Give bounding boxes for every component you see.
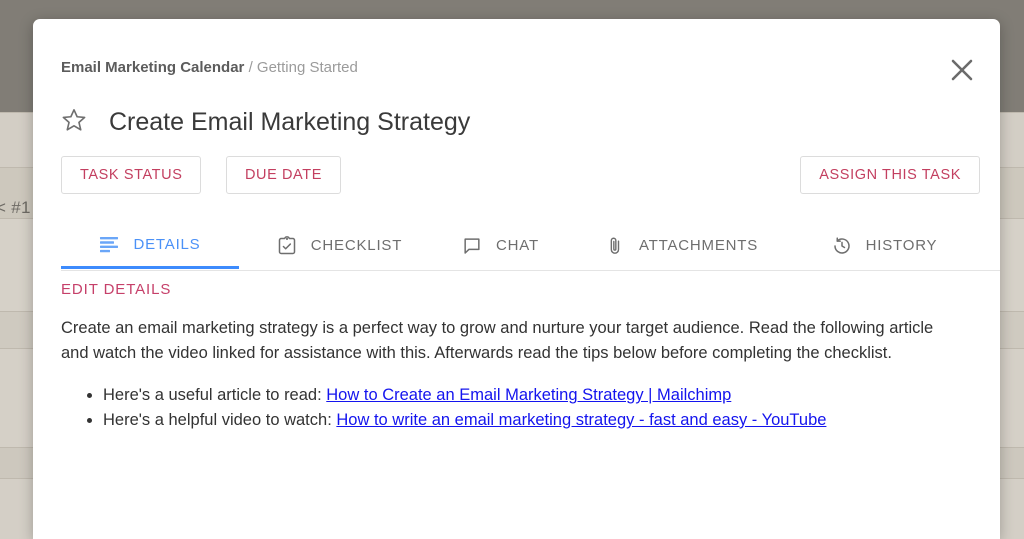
subject-lines-icon: [99, 234, 119, 254]
clipboard-check-icon: [277, 235, 297, 256]
task-title-row: Create Email Marketing Strategy: [61, 107, 470, 138]
breadcrumb-separator: /: [244, 59, 257, 76]
details-resource-list: Here's a useful article to read: How to …: [61, 384, 970, 432]
history-clock-icon: [832, 236, 852, 256]
breadcrumb: Email Marketing Calendar / Getting Start…: [61, 59, 358, 76]
details-paragraph: Create an email marketing strategy is a …: [61, 319, 934, 363]
tab-chat[interactable]: CHAT: [438, 222, 563, 269]
page-title: Create Email Marketing Strategy: [109, 108, 471, 136]
chat-bubble-icon: [462, 236, 482, 256]
tab-checklist[interactable]: CHECKLIST: [257, 222, 422, 269]
list-item-prefix: Here's a useful article to read:: [103, 386, 327, 405]
tab-details-label: DETAILS: [133, 235, 201, 253]
task-detail-modal: Email Marketing Calendar / Getting Start…: [33, 19, 1000, 539]
task-action-row: TASK STATUS DUE DATE ASSIGN THIS TASK: [61, 156, 980, 196]
background-card-label: < #1: [0, 198, 31, 217]
tab-attachments[interactable]: ATTACHMENTS: [579, 222, 784, 269]
close-icon: [949, 57, 975, 83]
due-date-button[interactable]: DUE DATE: [225, 156, 341, 194]
close-button[interactable]: [944, 52, 980, 88]
breadcrumb-current: Getting Started: [256, 59, 358, 76]
tab-details[interactable]: DETAILS: [61, 222, 239, 269]
details-panel: EDIT DETAILS Create an email marketing s…: [61, 281, 970, 433]
video-link[interactable]: How to write an email marketing strategy…: [336, 411, 826, 429]
list-item: Here's a helpful video to watch: How to …: [103, 409, 970, 432]
list-item: Here's a useful article to read: How to …: [103, 384, 970, 407]
tab-history[interactable]: HISTORY: [802, 222, 967, 269]
tab-bar: DETAILS CHECKLIST CHAT ATTACHMENTS HISTO…: [61, 222, 1000, 271]
tab-chat-label: CHAT: [496, 237, 539, 254]
tab-checklist-label: CHECKLIST: [310, 237, 403, 254]
paperclip-icon: [605, 236, 625, 256]
tab-attachments-label: ATTACHMENTS: [638, 237, 759, 254]
breadcrumb-parent[interactable]: Email Marketing Calendar: [61, 59, 244, 76]
star-outline-icon[interactable]: [61, 107, 87, 138]
list-item-prefix: Here's a helpful video to watch:: [103, 410, 337, 429]
edit-details-heading[interactable]: EDIT DETAILS: [61, 281, 970, 298]
task-status-button[interactable]: TASK STATUS: [61, 156, 202, 194]
tab-history-label: HISTORY: [865, 237, 938, 254]
assign-this-task-button[interactable]: ASSIGN THIS TASK: [800, 156, 980, 194]
article-link[interactable]: How to Create an Email Marketing Strateg…: [326, 386, 731, 404]
